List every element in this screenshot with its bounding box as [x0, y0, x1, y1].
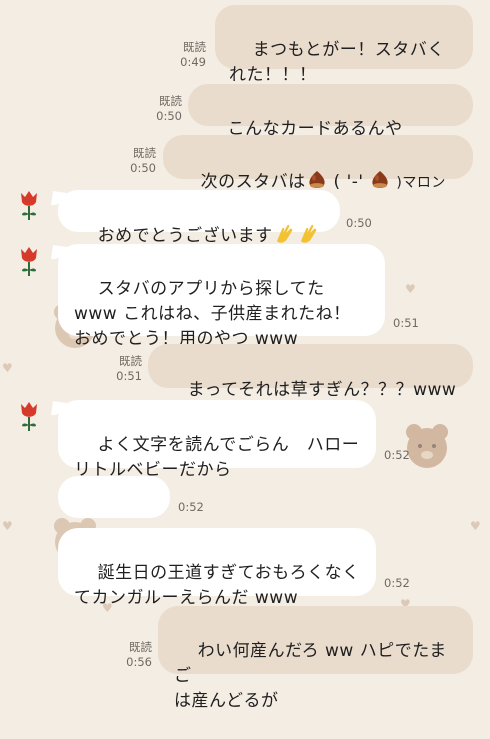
message-time: 0:52: [384, 576, 410, 590]
message-meta: 既読 0:51: [96, 354, 142, 384]
sent-message-bubble[interactable]: まってそれは草すぎん？？？www: [148, 344, 473, 400]
message-time: 0:50: [156, 109, 182, 123]
sent-message-bubble[interactable]: まつもとがー！スタバくれた！！！: [215, 5, 473, 85]
red-tulip-avatar-icon[interactable]: [12, 398, 46, 432]
message-text: わい何産んだろ ww ハピでたまご は産んどるが: [174, 641, 447, 711]
heart-decoration: ♥: [2, 519, 13, 533]
chat-view: ♥ ♥ ♥ ♥ ♥ ♥ 既読 0:49 まつもとがー！スタバくれた！！！ 既読 …: [0, 0, 490, 711]
read-receipt: 既読: [119, 354, 142, 368]
heart-decoration: ♥: [405, 282, 416, 296]
message-meta: 既読 0:50: [110, 146, 156, 176]
message-meta: 既読 0:49: [160, 40, 206, 70]
message-meta: 既読 0:56: [106, 640, 152, 670]
message-text: おめでとうございます: [97, 226, 273, 246]
clapping-hands-icon: [276, 224, 292, 243]
received-message-bubble[interactable]: wwwww: [58, 476, 170, 556]
message-text: 次のスタバは: [200, 172, 306, 192]
read-receipt: 既読: [133, 146, 156, 160]
message-text: まってそれは草すぎん？？？www: [187, 380, 457, 400]
message-text: まつもとがー！スタバくれた！！！: [229, 40, 445, 85]
received-message-bubble[interactable]: 誕生日の王道すぎておもろくなく てカンガルーえらんだ www: [58, 528, 376, 608]
red-tulip-avatar-icon[interactable]: [12, 187, 46, 221]
received-message-bubble[interactable]: スタバのアプリから探してた www これはね、子供産まれたね！ おめでとう！用の…: [58, 244, 385, 349]
heart-decoration: ♥: [2, 361, 13, 375]
message-time: 0:56: [126, 655, 152, 669]
message-time: 0:51: [116, 369, 142, 383]
chestnut-icon: [372, 171, 389, 188]
sent-message-bubble[interactable]: 次のスタバは ( '-' )マロンチャン: [163, 135, 473, 217]
clapping-hands-icon: [300, 224, 316, 243]
chestnut-icon: [309, 171, 325, 188]
received-message-bubble[interactable]: おめでとうございます: [58, 190, 340, 246]
message-text: よく文字を読んでごらん ハロー リトルベビーだから: [74, 435, 360, 480]
bear-icon: [406, 424, 448, 468]
heart-decoration: ♥: [470, 519, 481, 533]
received-message-bubble[interactable]: よく文字を読んでごらん ハロー リトルベビーだから: [58, 400, 376, 480]
message-time: 0:51: [393, 316, 419, 330]
message-time: 0:50: [346, 216, 372, 230]
message-time: 0:49: [180, 55, 206, 69]
read-receipt: 既読: [129, 640, 152, 654]
message-time: 0:50: [130, 161, 156, 175]
message-time: 0:52: [178, 500, 204, 514]
message-meta: 既読 0:50: [134, 94, 182, 124]
message-text: 誕生日の王道すぎておもろくなく てカンガルーえらんだ www: [74, 563, 360, 608]
message-time: 0:52: [384, 448, 410, 462]
red-tulip-avatar-icon[interactable]: [12, 243, 46, 277]
read-receipt: 既読: [159, 94, 182, 108]
message-text: スタバのアプリから探してた www これはね、子供産まれたね！ おめでとう！用の…: [74, 279, 351, 349]
message-text: ( '-': [327, 172, 370, 192]
sent-message-bubble[interactable]: こんなカードあるんや wwww: [188, 84, 473, 164]
sent-message-bubble[interactable]: わい何産んだろ ww ハピでたまご は産んどるが: [158, 606, 473, 711]
read-receipt: 既読: [183, 40, 206, 54]
